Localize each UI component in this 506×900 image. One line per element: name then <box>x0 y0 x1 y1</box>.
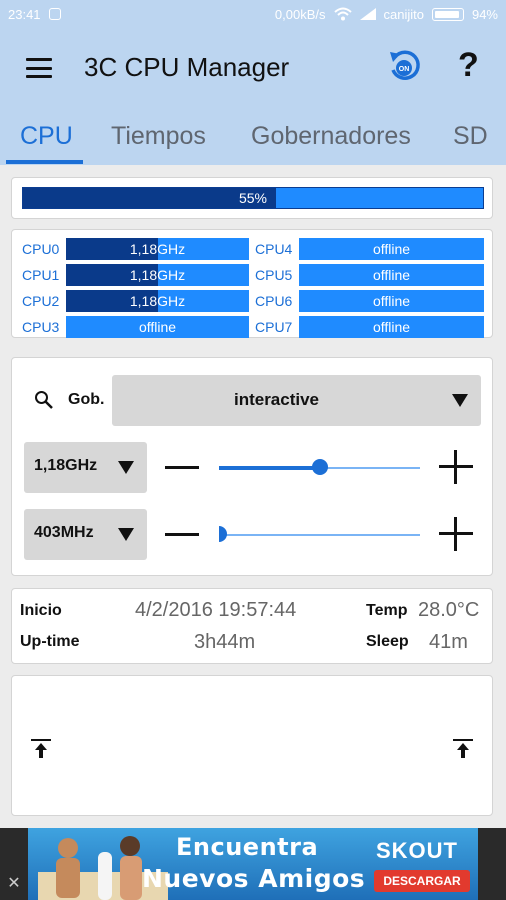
core-bar: offline <box>299 238 484 260</box>
core-freq: 1,18GHz <box>129 267 186 283</box>
tab-gobernadores[interactable]: Gobernadores <box>251 122 411 151</box>
chevron-down-icon <box>118 461 134 474</box>
core-freq: offline <box>372 293 411 309</box>
min-freq-slider[interactable] <box>219 526 420 542</box>
min-freq-minus-button[interactable] <box>165 533 199 536</box>
core-label: CPU6 <box>255 293 293 309</box>
app-bar: 3C CPU Manager ON ? CPU Tiempos Gobernad… <box>0 28 506 165</box>
system-info-card: Inicio 4/2/2016 19:57:44 Up-time 3h44m T… <box>11 588 493 664</box>
core-bar: 1,18GHz <box>66 238 249 260</box>
max-freq-slider-thumb[interactable] <box>311 459 328 475</box>
core-freq: offline <box>372 267 411 283</box>
core-bar: offline <box>299 316 484 338</box>
max-freq-plus-button[interactable] <box>439 450 473 484</box>
inicio-value: 4/2/2016 19:57:44 <box>135 599 297 621</box>
core-bar: offline <box>66 316 249 338</box>
ad-banner[interactable]: Encuentra Nuevos Amigos SKOUT DESCARGAR <box>28 828 478 900</box>
min-freq-value: 403MHz <box>34 524 94 541</box>
core-row: CPU0 1,18GHz <box>22 238 250 260</box>
core-row: CPU5 offline <box>255 264 485 286</box>
ad-brand: SKOUT <box>376 838 458 863</box>
battery-icon <box>431 7 464 21</box>
core-bar: 1,18GHz <box>66 290 249 312</box>
tab-tiempos[interactable]: Tiempos <box>111 122 206 151</box>
min-freq-plus-button[interactable] <box>439 517 473 551</box>
status-bar: 23:41 0,00kB/s canijito 94% <box>0 0 506 28</box>
svg-text:ON: ON <box>399 66 410 73</box>
core-label: CPU7 <box>255 319 293 335</box>
scroll-top-icon[interactable] <box>452 738 474 760</box>
cpu-load-text: 55% <box>238 190 268 206</box>
core-row: CPU1 1,18GHz <box>22 264 250 286</box>
signal-icon <box>359 8 376 20</box>
core-row: CPU6 offline <box>255 290 485 312</box>
app-title: 3C CPU Manager <box>84 52 290 82</box>
ad-headline: Encuentra <box>176 833 319 861</box>
core-row: CPU2 1,18GHz <box>22 290 250 312</box>
core-label: CPU4 <box>255 241 293 257</box>
core-freq: offline <box>372 319 411 335</box>
core-bar: offline <box>299 264 484 286</box>
max-freq-value: 1,18GHz <box>34 457 98 474</box>
core-label: CPU3 <box>22 319 60 335</box>
core-row: CPU7 offline <box>255 316 485 338</box>
inicio-label: Inicio <box>20 602 62 619</box>
carrier-name: canijito <box>383 6 424 22</box>
core-freq: offline <box>372 241 411 257</box>
scroll-top-icon[interactable] <box>30 738 52 760</box>
search-icon[interactable] <box>34 390 54 410</box>
chevron-down-icon <box>452 394 468 407</box>
core-label: CPU1 <box>22 267 60 283</box>
core-freq: offline <box>138 319 177 335</box>
ad-area: ✕ Encuentra Nuevos Amigos SKOUT DESCARGA… <box>0 828 506 900</box>
core-freq: 1,18GHz <box>129 293 186 309</box>
core-row: CPU3 offline <box>22 316 250 338</box>
active-tab-indicator <box>6 160 83 164</box>
uptime-value: 3h44m <box>194 631 256 653</box>
governor-card: Gob. interactive 1,18GHz 403MHz <box>11 357 493 576</box>
max-freq-select[interactable]: 1,18GHz <box>24 442 147 493</box>
menu-icon[interactable] <box>26 58 52 78</box>
max-freq-minus-button[interactable] <box>165 466 199 469</box>
chevron-down-icon <box>118 528 134 541</box>
governor-select[interactable]: interactive <box>112 375 481 426</box>
min-freq-slider-thumb[interactable] <box>219 526 227 542</box>
cpu-cores-card: CPU0 1,18GHz CPU1 1,18GHz CPU2 1,18GHz C… <box>11 229 493 338</box>
governor-label: Gob. <box>68 391 105 408</box>
min-freq-select[interactable]: 403MHz <box>24 509 147 560</box>
core-row: CPU4 offline <box>255 238 485 260</box>
core-label: CPU2 <box>22 293 60 309</box>
core-bar: 1,18GHz <box>66 264 249 286</box>
cpu-load-bar: 55% <box>22 187 484 209</box>
uptime-label: Up-time <box>20 633 80 650</box>
wifi-icon <box>333 7 352 21</box>
battery-percent: 94% <box>471 6 498 22</box>
max-freq-slider[interactable] <box>219 459 420 475</box>
sleep-value: 41m <box>429 631 468 653</box>
close-icon[interactable]: ✕ <box>6 876 22 892</box>
tab-sd[interactable]: SD <box>453 122 488 151</box>
notification-icon <box>48 8 61 20</box>
core-bar: offline <box>299 290 484 312</box>
refresh-on-icon[interactable]: ON <box>386 48 422 84</box>
temp-value: 28.0°C <box>418 599 480 621</box>
help-icon[interactable]: ? <box>458 46 479 85</box>
sleep-label: Sleep <box>366 633 409 650</box>
status-time: 23:41 <box>8 6 41 22</box>
network-speed: 0,00kB/s <box>274 6 326 22</box>
ad-download-button[interactable]: DESCARGAR <box>374 870 470 892</box>
tab-bar: CPU Tiempos Gobernadores SD <box>0 118 506 165</box>
max-freq-slider-fill <box>219 466 320 470</box>
core-label: CPU0 <box>22 241 60 257</box>
ad-subheadline: Nuevos Amigos <box>142 864 366 893</box>
governor-value: interactive <box>233 390 320 409</box>
graph-card <box>11 675 493 816</box>
core-label: CPU5 <box>255 267 293 283</box>
core-freq: 1,18GHz <box>129 241 186 257</box>
temp-label: Temp <box>366 602 408 619</box>
tab-cpu[interactable]: CPU <box>20 122 73 151</box>
cpu-load-card: 55% <box>11 177 493 219</box>
